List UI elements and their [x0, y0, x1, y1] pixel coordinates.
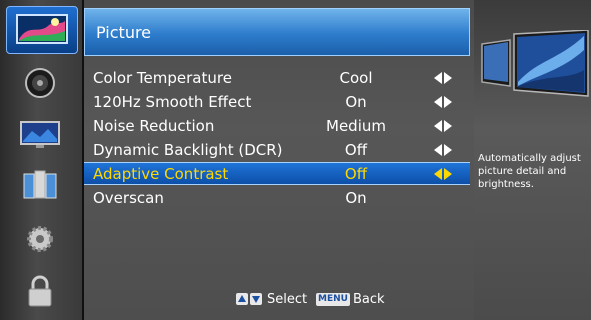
- display-icon: [20, 121, 60, 148]
- tv-illustration: [481, 30, 589, 97]
- left-right-arrows-icon[interactable]: [434, 168, 452, 180]
- page-title: Picture: [96, 23, 152, 42]
- menu-item-120hz-smooth-effect[interactable]: 120Hz Smooth Effect On: [84, 91, 470, 113]
- menu-item-value: Off: [344, 141, 368, 159]
- menu-item-value: Medium: [326, 117, 386, 135]
- menu-item-value: Cool: [339, 69, 373, 87]
- help-description: Automatically adjust picture detail and …: [478, 153, 581, 190]
- back-hint: Back: [353, 292, 385, 307]
- menu-item-dynamic-backlight[interactable]: Dynamic Backlight (DCR) Off: [84, 139, 470, 161]
- menu-item-adaptive-contrast[interactable]: Adaptive Contrast Off: [84, 162, 470, 185]
- menu-item-label: 120Hz Smooth Effect: [93, 93, 252, 111]
- sidebar-item-channel[interactable]: [14, 166, 66, 204]
- left-right-arrows-icon[interactable]: [434, 72, 452, 84]
- select-hint: Select: [267, 292, 308, 307]
- lock-icon: [28, 275, 52, 307]
- key-hints: Select MENU Back: [84, 292, 470, 310]
- up-arrow-key-icon: [236, 293, 248, 305]
- sidebar-item-display[interactable]: [14, 116, 66, 154]
- menu-item-label: Adaptive Contrast: [93, 165, 229, 183]
- audio-icon: [25, 68, 55, 98]
- menu-item-color-temperature[interactable]: Color Temperature Cool: [84, 67, 470, 89]
- menu-item-overscan[interactable]: Overscan On: [84, 187, 470, 209]
- menu-item-label: Overscan: [93, 189, 164, 207]
- menu-item-label: Color Temperature: [93, 69, 232, 87]
- menu-item-label: Dynamic Backlight (DCR): [93, 141, 283, 159]
- sidebar-item-settings[interactable]: [14, 220, 66, 258]
- menu-item-value: Off: [344, 165, 368, 183]
- menu-key-badge: MENU: [316, 293, 350, 306]
- menu-item-label: Noise Reduction: [93, 117, 215, 135]
- menu-item-noise-reduction[interactable]: Noise Reduction Medium: [84, 115, 470, 137]
- category-sidebar: [0, 0, 82, 320]
- sidebar-item-picture[interactable]: [6, 6, 78, 54]
- menu-item-value: On: [345, 189, 367, 207]
- sidebar-item-audio[interactable]: [14, 64, 66, 102]
- title-bar: Picture: [84, 8, 470, 56]
- picture-icon: [16, 14, 68, 44]
- down-arrow-key-icon: [250, 293, 262, 305]
- sidebar-item-lock[interactable]: [14, 272, 66, 310]
- left-right-arrows-icon[interactable]: [434, 120, 452, 132]
- left-right-arrows-icon[interactable]: [434, 144, 452, 156]
- menu-item-value: On: [345, 93, 367, 111]
- channel-icon: [23, 170, 57, 199]
- left-right-arrows-icon[interactable]: [434, 96, 452, 108]
- settings-icon: [27, 226, 53, 252]
